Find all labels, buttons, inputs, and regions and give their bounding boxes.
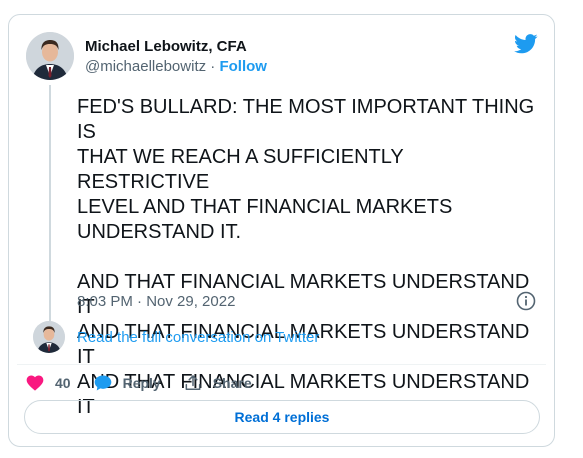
reply-bubble-icon [94,375,111,391]
share-upload-icon [185,375,201,390]
thread-line [49,85,51,322]
tweet-card: Michael Lebowitz, CFA @michaellebowitz ·… [8,14,555,447]
share-label: Share [212,375,252,391]
tweet-timestamp[interactable]: 8:03 PM · Nov 29, 2022 [77,293,235,310]
heart-icon [26,375,44,391]
like-button[interactable]: 40 [25,373,71,393]
author-avatar[interactable] [26,32,74,80]
author-name[interactable]: Michael Lebowitz, CFA [85,38,247,55]
tweet-text: FED'S BULLARD: THE MOST IMPORTANT THING … [77,95,537,420]
conversation-avatar[interactable] [33,321,65,353]
divider [17,364,546,365]
read-conversation-link[interactable]: Read the full conversation on Twitter [77,329,319,346]
author-handle-row: @michaellebowitz · Follow [85,58,267,75]
tweet-paragraph-1: FED'S BULLARD: THE MOST IMPORTANT THING … [77,96,535,243]
follow-button[interactable]: Follow [219,58,267,75]
read-replies-button[interactable]: Read 4 replies [24,400,540,434]
twitter-bird-icon[interactable] [514,34,538,54]
info-icon[interactable] [516,291,536,311]
reply-label: Reply [122,375,161,391]
handle-separator: · [210,58,216,75]
share-button[interactable]: Share [183,373,252,393]
action-bar: 40 Reply Share [25,373,274,393]
author-handle[interactable]: @michaellebowitz [85,58,206,75]
reply-button[interactable]: Reply [93,373,161,393]
like-count: 40 [55,375,71,391]
